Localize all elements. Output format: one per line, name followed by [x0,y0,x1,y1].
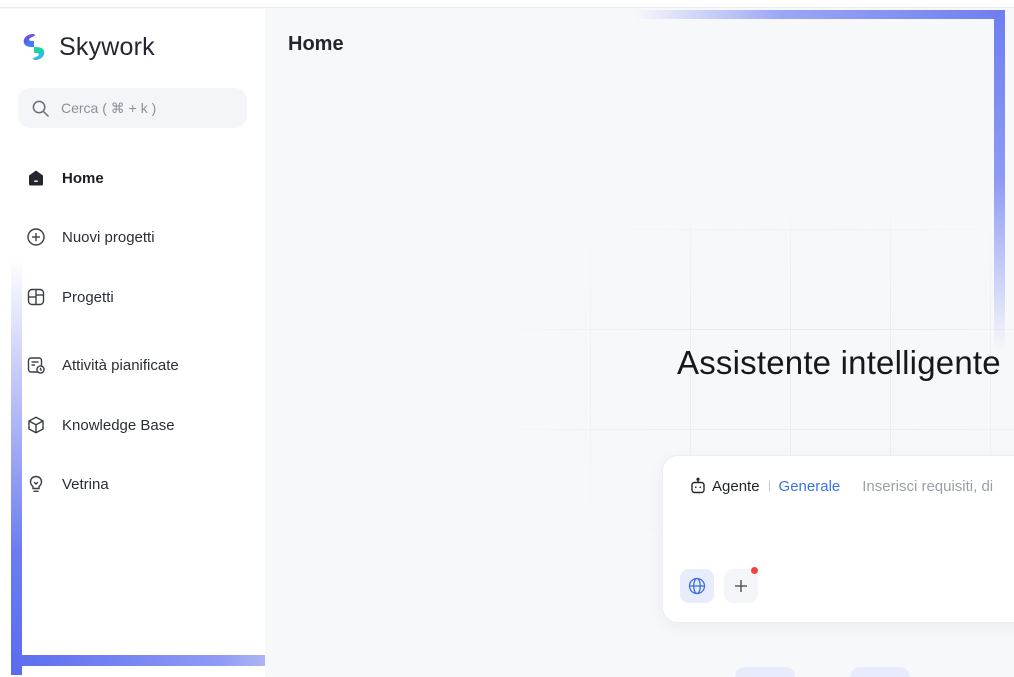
search-box[interactable]: Cerca ( ⌘ + k ) [18,88,247,128]
lightbulb-icon [29,475,43,492]
search-icon [32,100,49,117]
window-top-edge [0,0,1014,8]
sidebar-item-projects[interactable]: Progetti [16,277,248,317]
sidebar-item-scheduled-tasks[interactable]: Attività pianificate [16,345,248,385]
app-name: Skywork [59,32,155,61]
decorative-blob [735,667,795,677]
home-icon [29,170,43,186]
brand[interactable]: Skywork [18,31,155,63]
mode-general-button[interactable]: Generale [779,478,841,495]
sidebar-item-knowledge-base[interactable]: Knowledge Base [16,405,248,445]
sidebar: Skywork Cerca ( ⌘ + k ) Home Nuovi proge… [0,9,265,677]
sidebar-item-label: Home [62,169,104,187]
hero-title: Assistente intelligente [677,344,1001,381]
sidebar-item-label: Attività pianificate [62,356,179,374]
calendar-clock-icon [27,357,45,374]
gradient-frame-left [11,259,22,675]
sidebar-item-label: Vetrina [62,475,109,493]
plus-icon [735,580,747,592]
gradient-frame-top [635,10,1005,19]
plus-circle-icon [27,228,45,246]
sidebar-item-new-projects[interactable]: Nuovi progetti [16,217,248,257]
notification-dot [751,567,758,574]
add-attachment-button[interactable] [724,569,758,603]
prompt-input[interactable] [862,477,1014,495]
globe-icon [688,577,706,595]
sidebar-item-label: Progetti [62,288,114,306]
skywork-logo-icon [23,34,45,60]
mode-divider [768,481,770,491]
sidebar-item-label: Nuovi progetti [62,228,155,246]
mode-agent-button[interactable]: Agente [712,478,760,495]
sidebar-item-home[interactable]: Home [16,158,248,198]
decorative-blob [850,667,910,677]
prompt-card: Agente Generale [662,455,1014,623]
sidebar-item-showcase[interactable]: Vetrina [16,464,248,504]
page-title: Home [288,33,344,55]
projects-grid-icon [27,288,45,306]
robot-icon [691,477,705,494]
mode-switcher: Agente Generale [689,477,1014,495]
sidebar-item-label: Knowledge Base [62,416,175,434]
main-area: Home Assistente intelligente Agente Gene… [265,9,1014,677]
gradient-frame-right [994,10,1005,350]
search-label: Cerca ( ⌘ + k ) [61,99,157,116]
cube-icon [28,416,44,434]
web-search-toggle[interactable] [680,569,714,603]
